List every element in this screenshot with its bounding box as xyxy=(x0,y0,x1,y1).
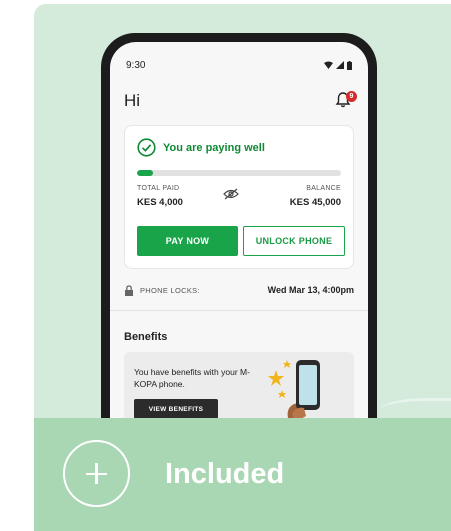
phone-lock-info: PHONE LOCKS: xyxy=(124,284,200,296)
check-circle-icon xyxy=(137,138,156,157)
view-benefits-button[interactable]: VIEW BENEFITS xyxy=(134,399,218,419)
pay-now-button[interactable]: PAY NOW xyxy=(137,226,238,256)
battery-icon xyxy=(347,60,352,70)
phone-lock-label: PHONE LOCKS: xyxy=(140,285,200,295)
phone-lock-date: Wed Mar 13, 4:00pm xyxy=(267,285,354,295)
unlock-phone-button[interactable]: UNLOCK PHONE xyxy=(243,226,345,256)
balance-label: BALANCE xyxy=(306,185,341,192)
payment-progress-fill xyxy=(137,170,154,176)
payment-status-text: You are paying well xyxy=(163,141,265,154)
total-paid-value: KES 4,000 xyxy=(137,197,183,208)
notification-badge: 9 xyxy=(346,91,357,102)
hide-balance-icon[interactable] xyxy=(223,188,239,200)
status-bar: 9:30 xyxy=(126,58,352,72)
payment-card: You are paying well TOTAL PAID KES 4,000… xyxy=(124,125,354,269)
section-divider xyxy=(110,310,368,311)
balance-value: KES 45,000 xyxy=(289,197,341,208)
signal-icon xyxy=(336,61,344,69)
header-row: Hi 9 xyxy=(124,90,357,112)
lock-icon xyxy=(125,284,133,296)
payment-progress-bar xyxy=(137,170,341,176)
total-paid-label: TOTAL PAID xyxy=(137,185,180,192)
status-icons xyxy=(324,60,352,70)
included-label: Included xyxy=(165,458,285,490)
payment-status: You are paying well xyxy=(137,138,265,157)
plus-icon xyxy=(63,440,130,507)
plus-icon-vertical xyxy=(95,463,98,484)
notifications-button[interactable]: 9 xyxy=(334,91,357,111)
benefits-text: You have benefits with your M-KOPA phone… xyxy=(134,367,250,389)
wifi-icon xyxy=(324,61,333,69)
phone-lock-row: PHONE LOCKS: Wed Mar 13, 4:00pm xyxy=(124,280,354,300)
benefits-heading: Benefits xyxy=(124,331,168,343)
greeting: Hi xyxy=(124,91,141,110)
status-time: 9:30 xyxy=(126,59,146,71)
